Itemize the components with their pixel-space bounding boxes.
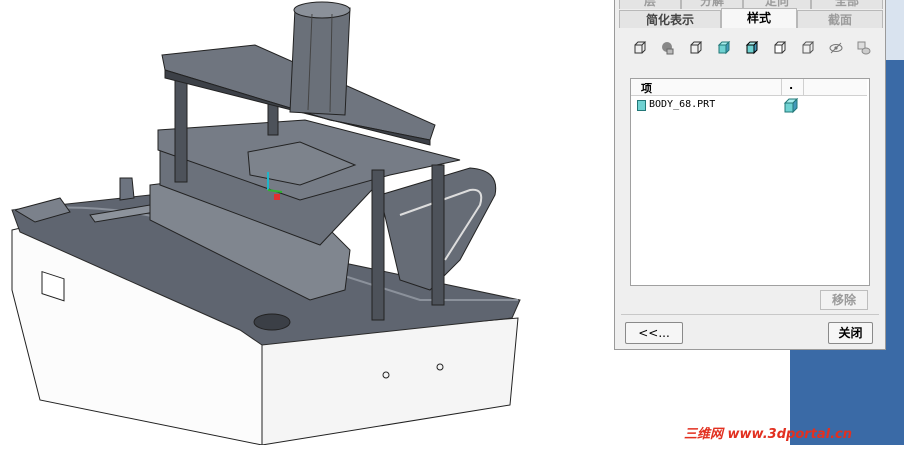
remove-button[interactable]: 移除 xyxy=(820,290,868,310)
watermark: 三维网 www.3dportal.cn xyxy=(684,427,853,442)
shaded-sphere-icon[interactable] xyxy=(657,38,679,58)
tab-row-main: 简化表示 样式 截面 xyxy=(619,8,883,28)
divider xyxy=(621,314,879,315)
column-item[interactable]: 项 xyxy=(641,80,652,96)
column-divider xyxy=(803,79,804,95)
tab-all[interactable]: 全部 xyxy=(811,0,883,9)
shaded-cube-icon[interactable] xyxy=(713,38,735,58)
part-icon xyxy=(637,100,647,114)
style-toolbar xyxy=(629,38,877,58)
column-divider xyxy=(781,79,782,95)
item-list[interactable]: 项 . BODY_68.PRT xyxy=(630,78,870,286)
wireframe-cube-icon[interactable] xyxy=(629,38,651,58)
shaded-edges-cube-icon[interactable] xyxy=(741,38,763,58)
tab-layers[interactable]: 层 xyxy=(619,0,681,9)
column-style[interactable]: . xyxy=(789,79,793,92)
layer-stack-icon[interactable] xyxy=(853,38,875,58)
back-button[interactable]: <<... xyxy=(625,322,683,344)
view-manager-panel: 层 分解 定向 全部 简化表示 样式 截面 项 . BODY_68.PRT 移除… xyxy=(614,0,886,350)
list-header: 项 . xyxy=(631,79,867,96)
no-hidden-cube-icon[interactable] xyxy=(769,38,791,58)
part-name: BODY_68.PRT xyxy=(649,99,716,110)
tab-style[interactable]: 样式 xyxy=(721,8,797,28)
tab-section[interactable]: 截面 xyxy=(797,10,883,28)
close-button[interactable]: 关闭 xyxy=(828,322,873,344)
hidden-line-cube-icon[interactable] xyxy=(685,38,707,58)
transparent-cube-icon[interactable] xyxy=(797,38,819,58)
tab-simplified-rep[interactable]: 简化表示 xyxy=(619,10,721,28)
hide-eye-icon[interactable] xyxy=(825,38,847,58)
list-item[interactable]: BODY_68.PRT xyxy=(635,97,865,114)
shaded-cube-icon xyxy=(783,97,799,117)
